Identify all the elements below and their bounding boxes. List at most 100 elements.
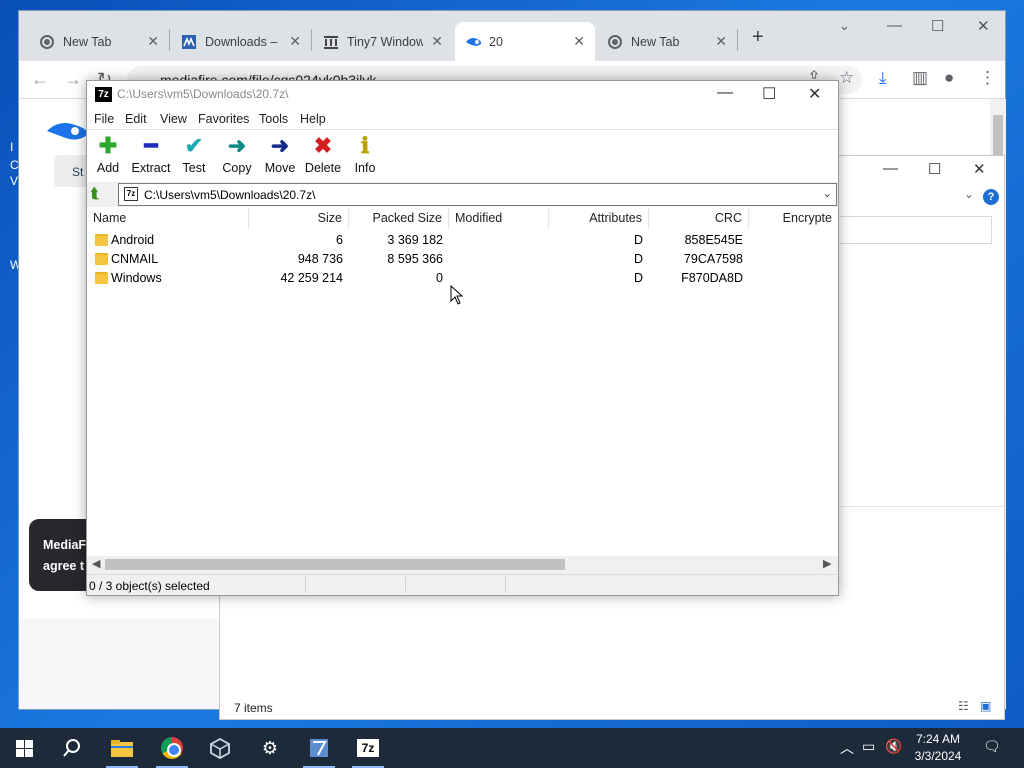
- search-icon[interactable]: [48, 728, 96, 768]
- add-button[interactable]: ✚ Add: [86, 134, 130, 176]
- scroll-right-icon[interactable]: ▶: [823, 556, 831, 573]
- close-icon[interactable]: ✕: [431, 33, 443, 50]
- menu-favorites[interactable]: Favorites: [198, 112, 249, 126]
- column-header-size[interactable]: Size: [249, 207, 349, 229]
- tab-new-tab-2[interactable]: New Tab ✕: [597, 22, 737, 61]
- start-button[interactable]: [0, 728, 48, 768]
- column-header-crc[interactable]: CRC: [649, 207, 749, 229]
- tab-title: New Tab: [63, 34, 112, 49]
- tab-mediafire-active[interactable]: 20 ✕: [455, 22, 595, 61]
- button-label: Copy: [222, 161, 252, 175]
- tab-strip: New Tab ✕ Downloads – C ✕ Tiny7 Window ✕…: [19, 11, 1005, 61]
- copy-button[interactable]: ➜ Copy: [215, 134, 259, 176]
- mediafire-logo: [47, 123, 88, 140]
- table-row[interactable]: Android 6 3 369 182 D 858E545E: [87, 231, 838, 250]
- button-label: Add: [96, 161, 120, 175]
- side-panel-icon[interactable]: ▥: [912, 68, 928, 88]
- close-icon[interactable]: ✕: [715, 33, 727, 50]
- close-icon[interactable]: ✕: [289, 33, 301, 50]
- details-view-icon[interactable]: ☷: [958, 699, 969, 713]
- tab-tiny7[interactable]: Tiny7 Window ✕: [313, 22, 453, 61]
- column-header-packed-size[interactable]: Packed Size: [349, 207, 449, 229]
- close-icon[interactable]: ✕: [573, 33, 585, 50]
- downloads-site-icon: [181, 34, 197, 50]
- desktop-icon-label: I: [10, 140, 14, 154]
- tab-title: Downloads – C: [205, 34, 281, 49]
- network-icon[interactable]: ▭: [862, 738, 875, 755]
- back-arrow-icon[interactable]: ←: [31, 69, 49, 90]
- selection-status: 0 / 3 object(s) selected: [89, 579, 210, 593]
- bookmark-star-icon[interactable]: ☆: [839, 68, 854, 88]
- profile-avatar-icon[interactable]: ●: [944, 68, 954, 88]
- download-icon[interactable]: ⤓: [879, 68, 887, 88]
- minimize-button[interactable]: —: [717, 84, 733, 102]
- file-explorer-icon[interactable]: [98, 728, 146, 768]
- chrome-icon: [39, 34, 55, 50]
- status-bar: 0 / 3 object(s) selected: [87, 574, 838, 595]
- help-icon[interactable]: ?: [983, 189, 999, 205]
- move-button[interactable]: ➜ Move: [258, 134, 302, 176]
- address-bar: ⮬ 7z C:\Users\vm5\Downloads\20.7z\ ⌄: [87, 182, 838, 207]
- cell-packed-size: 3 369 182: [387, 233, 443, 247]
- notification-icon[interactable]: 🗨: [983, 738, 1001, 755]
- chrome-taskbar-icon[interactable]: [148, 728, 196, 768]
- minimize-button[interactable]: —: [887, 17, 902, 34]
- new-tab-button[interactable]: +: [752, 26, 764, 49]
- up-folder-icon[interactable]: ⮬: [91, 185, 109, 203]
- scroll-left-icon[interactable]: ◀: [92, 556, 100, 573]
- cell-attributes: D: [633, 271, 643, 285]
- minimize-button[interactable]: —: [883, 160, 898, 177]
- search-input[interactable]: [837, 216, 992, 244]
- archive-org-icon: [323, 34, 339, 50]
- date: 3/3/2024: [914, 749, 962, 763]
- menu-edit[interactable]: Edit: [125, 112, 147, 126]
- tab-search-icon[interactable]: ⌄: [839, 18, 850, 34]
- horizontal-scrollbar[interactable]: ◀ ▶: [87, 556, 838, 573]
- close-button[interactable]: ✕: [977, 17, 990, 35]
- info-button[interactable]: ℹ Info: [343, 133, 387, 176]
- delete-button[interactable]: ✖ Delete: [301, 134, 345, 176]
- tiles-view-icon[interactable]: ▣: [980, 699, 991, 713]
- volume-muted-icon[interactable]: 🔇: [885, 738, 902, 755]
- column-header-modified[interactable]: Modified: [449, 207, 549, 229]
- close-button[interactable]: ✕: [973, 160, 986, 178]
- column-header-encrypted[interactable]: Encrypte: [749, 207, 838, 229]
- path-combobox[interactable]: 7z C:\Users\vm5\Downloads\20.7z\ ⌄: [118, 183, 837, 206]
- table-row[interactable]: CNMAIL 948 736 8 595 366 D 79CA7598: [87, 250, 838, 269]
- info-icon: ℹ: [360, 133, 370, 158]
- path-text: C:\Users\vm5\Downloads\20.7z\: [144, 188, 316, 202]
- menu-view[interactable]: View: [160, 112, 187, 126]
- clock[interactable]: 7:24 AM 3/3/2024: [905, 731, 971, 765]
- menu-kebab-icon[interactable]: ⋮: [979, 68, 996, 88]
- button-label: Info: [354, 161, 376, 175]
- maximize-button[interactable]: ☐: [928, 160, 941, 178]
- column-header-attributes[interactable]: Attributes: [549, 207, 649, 229]
- scrollbar-thumb[interactable]: [105, 559, 565, 570]
- tiny7-icon[interactable]: [295, 728, 343, 768]
- tab-new-tab-1[interactable]: New Tab ✕: [29, 22, 169, 61]
- cell-name: CNMAIL: [111, 252, 159, 266]
- extract-button[interactable]: ━ Extract: [129, 134, 173, 176]
- expand-ribbon-icon[interactable]: ⌄: [964, 187, 974, 201]
- maximize-button[interactable]: ☐: [762, 84, 776, 104]
- close-icon[interactable]: ✕: [147, 33, 159, 50]
- close-button[interactable]: ✕: [808, 84, 821, 104]
- archive-file-icon: 7z: [124, 187, 138, 201]
- virtualbox-icon[interactable]: [196, 728, 244, 768]
- chevron-up-icon[interactable]: ︿: [840, 738, 854, 758]
- menu-file[interactable]: File: [94, 112, 114, 126]
- cell-size: 42 259 214: [280, 271, 343, 285]
- title-bar: 7z C:\Users\vm5\Downloads\20.7z\ — ☐ ✕: [87, 81, 838, 108]
- maximize-button[interactable]: ☐: [931, 17, 944, 35]
- menu-tools[interactable]: Tools: [259, 112, 288, 126]
- menu-help[interactable]: Help: [300, 112, 326, 126]
- settings-gear-icon[interactable]: ⚙: [246, 728, 294, 768]
- chevron-down-icon[interactable]: ⌄: [823, 187, 832, 200]
- tab-downloads[interactable]: Downloads – C ✕: [171, 22, 311, 61]
- column-header-name[interactable]: Name: [87, 207, 249, 229]
- toolbar: ✚ Add ━ Extract ✔ Test ➜ Copy ➜ Move ✖ D…: [87, 130, 838, 182]
- sevenzip-taskbar-icon[interactable]: 7z: [344, 728, 392, 768]
- test-button[interactable]: ✔ Test: [172, 134, 216, 176]
- chrome-icon: [607, 34, 623, 50]
- forward-arrow-icon[interactable]: →: [64, 69, 82, 90]
